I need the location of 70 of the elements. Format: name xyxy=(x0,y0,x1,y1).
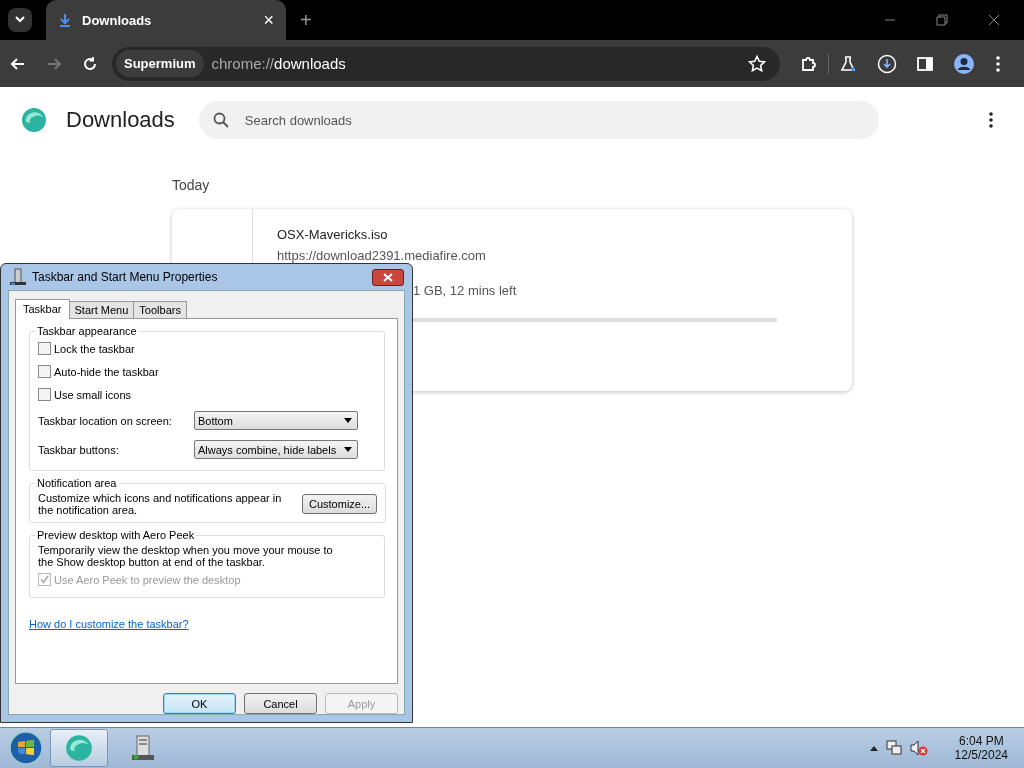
dialog-title: Taskbar and Start Menu Properties xyxy=(32,270,218,284)
flask-icon[interactable] xyxy=(839,54,857,73)
taskbar-app-button[interactable] xyxy=(50,729,108,767)
back-icon[interactable] xyxy=(10,55,26,72)
tab-title: Downloads xyxy=(82,12,153,28)
clock[interactable]: 6:04 PM 12/5/2024 xyxy=(948,734,1014,762)
page-title: Downloads xyxy=(66,107,175,133)
site-chip[interactable]: Supermium xyxy=(116,50,204,77)
checkbox[interactable] xyxy=(38,342,51,355)
download-progress-icon[interactable] xyxy=(877,53,897,74)
close-icon[interactable] xyxy=(988,14,1000,26)
select-label: Taskbar buttons: xyxy=(38,443,120,456)
close-button[interactable] xyxy=(372,268,404,286)
description-text: Temporarily view the desktop when you move your mouse to the Show desktop button at end of the taskbar. xyxy=(38,543,334,568)
dialog-tab[interactable]: Start Menu xyxy=(68,301,135,318)
more-options-icon[interactable] xyxy=(988,111,994,129)
side-panel-icon[interactable] xyxy=(917,55,933,72)
taskbar-properties-icon xyxy=(9,268,27,286)
restore-icon[interactable] xyxy=(936,14,948,26)
show-hidden-icons-icon[interactable] xyxy=(868,744,879,752)
chevron-down-icon xyxy=(14,16,26,24)
url-path: downloads xyxy=(274,55,346,72)
app-logo-icon xyxy=(20,106,48,134)
description-text: Customize which icons and notifications appear in the notification area. xyxy=(38,492,283,516)
dialog-tab[interactable]: Taskbar xyxy=(15,299,70,319)
url-scheme: chrome:// xyxy=(211,55,275,72)
dropdown-arrow-icon xyxy=(344,447,352,452)
group-legend: Preview desktop with Aero Peek xyxy=(35,529,197,541)
dialog-button[interactable]: Cancel xyxy=(244,693,317,714)
group-legend: Notification area xyxy=(35,477,119,489)
date-heading: Today xyxy=(172,177,211,193)
forward-icon[interactable] xyxy=(46,55,62,72)
new-tab-button[interactable]: + xyxy=(300,8,312,32)
file-name[interactable]: OSX-Mavericks.iso xyxy=(277,227,388,242)
customize-button[interactable]: Customize... xyxy=(302,494,378,514)
dialog-button[interactable]: OK xyxy=(163,693,236,714)
help-link[interactable]: How do I customize the taskbar? xyxy=(29,618,189,630)
checkbox[interactable] xyxy=(38,388,51,401)
dropdown-arrow-icon xyxy=(344,418,352,423)
source-url[interactable]: https://download2391.mediafire.com xyxy=(277,248,486,263)
reload-icon[interactable] xyxy=(82,55,98,72)
checkbox[interactable] xyxy=(38,365,51,378)
checkbox-label: Auto-hide the taskbar xyxy=(54,365,159,378)
dropdown[interactable]: Bottom xyxy=(194,411,358,430)
group-legend: Taskbar appearance xyxy=(35,325,139,337)
checkbox-label: Lock the taskbar xyxy=(54,342,135,355)
clock-time: 6:04 PM xyxy=(958,734,1004,748)
dialog-tab[interactable]: Toolbars xyxy=(133,301,187,318)
clock-date: 12/5/2024 xyxy=(954,748,1008,762)
address-bar[interactable]: Supermium chrome://downloads xyxy=(112,46,780,81)
star-icon[interactable] xyxy=(748,54,766,73)
download-icon xyxy=(58,13,72,27)
volume-muted-icon[interactable] xyxy=(908,739,929,757)
extensions-icon[interactable] xyxy=(800,54,818,73)
tab-search-button[interactable] xyxy=(8,8,32,32)
search-field[interactable]: Search downloads xyxy=(198,101,879,139)
dropdown[interactable]: Always combine, hide labels xyxy=(194,440,358,459)
select-label: Taskbar location on screen: xyxy=(38,414,173,427)
tab-close-button[interactable]: × xyxy=(263,9,274,31)
browser-tab[interactable]: Downloads × xyxy=(46,0,286,40)
menu-icon[interactable] xyxy=(995,54,1001,73)
start-button[interactable] xyxy=(8,730,44,766)
checkbox-label: Use Aero Peek to preview the desktop xyxy=(54,573,241,586)
network-icon[interactable] xyxy=(884,739,903,757)
profile-icon[interactable] xyxy=(953,52,975,75)
search-icon xyxy=(212,112,229,128)
download-status: 1 GB, 12 mins left xyxy=(413,283,517,298)
close-icon xyxy=(383,272,393,282)
app-logo-icon xyxy=(64,733,94,763)
checkbox-label: Use small icons xyxy=(54,388,132,401)
